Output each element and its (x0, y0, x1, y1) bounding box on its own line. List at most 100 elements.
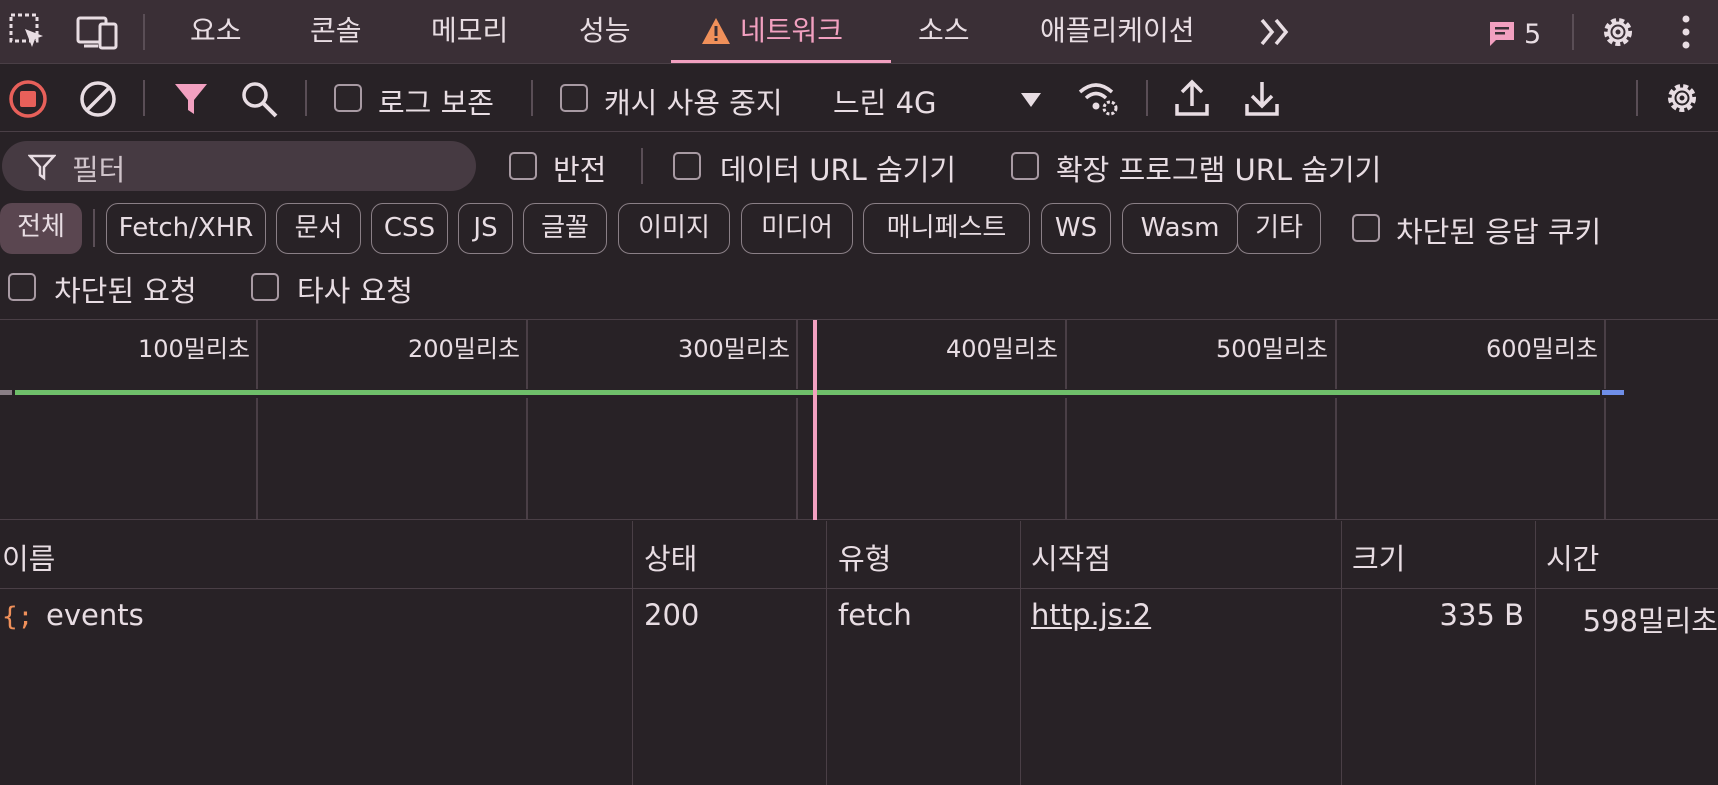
divider (641, 148, 643, 184)
chevron-down-icon[interactable] (1020, 92, 1042, 108)
waterfall-download-bar (1602, 390, 1624, 395)
tick-label: 400밀리초 (945, 335, 1058, 363)
chip-document[interactable]: 문서 (276, 203, 361, 254)
grid-line (1604, 320, 1606, 520)
chip-font[interactable]: 글꼴 (523, 203, 607, 254)
network-settings-gear-icon[interactable] (1662, 78, 1702, 118)
tab-performance[interactable]: 성능 (579, 0, 631, 64)
divider (1146, 80, 1148, 116)
chip-media[interactable]: 미디어 (741, 203, 853, 254)
header-divider (0, 588, 1718, 589)
divider (143, 14, 145, 50)
column-divider (1535, 521, 1536, 785)
invert-checkbox[interactable] (509, 152, 537, 180)
device-toolbar-icon[interactable] (76, 12, 120, 52)
divider (143, 80, 145, 116)
chip-js[interactable]: JS (458, 203, 513, 254)
column-header-name[interactable]: 이름 (2, 536, 55, 578)
blocked-response-cookies-label: 차단된 응답 쿠키 (1396, 215, 1602, 249)
disable-cache-label: 캐시 사용 중지 (604, 86, 783, 120)
request-initiator-link[interactable]: http.js:2 (1031, 598, 1151, 632)
network-conditions-icon[interactable] (1076, 78, 1120, 118)
column-header-status[interactable]: 상태 (644, 536, 697, 578)
third-party-requests-label: 타사 요청 (297, 274, 413, 308)
column-header-time[interactable]: 시간 (1546, 536, 1599, 578)
divider (305, 80, 307, 116)
column-divider (1020, 521, 1021, 785)
more-tabs-icon[interactable] (1258, 16, 1292, 48)
chip-manifest[interactable]: 매니페스트 (863, 203, 1030, 254)
chip-wasm[interactable]: Wasm (1122, 203, 1238, 254)
column-header-initiator[interactable]: 시작점 (1031, 536, 1111, 578)
tick-label: 600밀리초 (1485, 335, 1598, 363)
messages-count[interactable]: 5 (1524, 4, 1541, 68)
tab-console[interactable]: 콘솔 (310, 0, 362, 64)
inspect-element-icon[interactable] (8, 12, 48, 52)
tab-memory[interactable]: 메모리 (431, 0, 508, 64)
messages-icon[interactable] (1488, 20, 1516, 48)
tab-network[interactable]: 네트워크 (740, 0, 843, 64)
chip-other[interactable]: 기타 (1237, 203, 1321, 254)
filter-funnel-icon[interactable] (173, 81, 209, 117)
request-size: 335 B (1439, 598, 1524, 632)
active-tab-indicator (671, 60, 891, 63)
chip-ws[interactable]: WS (1041, 203, 1111, 254)
clear-icon[interactable] (78, 79, 118, 119)
tick-label: 200밀리초 (407, 335, 520, 363)
chip-all[interactable]: 전체 (0, 203, 82, 254)
column-header-size[interactable]: 크기 (1352, 536, 1405, 578)
export-har-download-icon[interactable] (1244, 78, 1280, 118)
more-options-icon[interactable] (1680, 14, 1692, 50)
disable-cache-checkbox[interactable] (560, 84, 588, 112)
preserve-log-checkbox[interactable] (334, 84, 362, 112)
devtools-tab-bar: 요소 콘솔 메모리 성능 네트워크 소스 애플리케이션 5 (0, 0, 1718, 64)
grid-line (526, 320, 528, 520)
blocked-requests-label: 차단된 요청 (54, 274, 197, 308)
chip-fetch-xhr[interactable]: Fetch/XHR (106, 203, 266, 254)
hide-data-urls-checkbox[interactable] (673, 152, 701, 180)
waterfall-waiting-bar (15, 390, 1600, 395)
chip-image[interactable]: 이미지 (618, 203, 730, 254)
invert-label: 반전 (553, 153, 607, 187)
warning-icon (700, 16, 732, 46)
grid-line (1065, 320, 1067, 520)
search-icon[interactable] (240, 80, 280, 120)
tab-elements[interactable]: 요소 (190, 0, 242, 64)
divider (1572, 14, 1574, 50)
tick-label: 100밀리초 (137, 335, 250, 363)
request-status: 200 (644, 598, 700, 632)
divider (531, 80, 533, 116)
grid-line (1335, 320, 1337, 520)
tick-label: 300밀리초 (677, 335, 790, 363)
divider (1636, 80, 1638, 116)
hide-data-urls-label: 데이터 URL 숨기기 (720, 153, 957, 187)
filter-icon (28, 153, 56, 181)
grid-line (796, 320, 798, 520)
import-har-upload-icon[interactable] (1174, 78, 1210, 118)
waterfall-queued-bar (0, 390, 12, 395)
stop-recording-icon[interactable] (8, 79, 48, 119)
blocked-requests-checkbox[interactable] (8, 273, 36, 301)
fetch-json-icon: {;} (2, 602, 36, 630)
hide-extension-urls-checkbox[interactable] (1011, 152, 1039, 180)
request-name[interactable]: events (46, 598, 144, 632)
grid-line (256, 320, 258, 520)
filter-placeholder: 필터 (72, 153, 126, 187)
column-divider (1341, 521, 1342, 785)
tab-sources[interactable]: 소스 (918, 0, 970, 64)
svg-text:{;}: {;} (2, 602, 36, 630)
blocked-response-cookies-checkbox[interactable] (1352, 214, 1380, 242)
column-divider (826, 521, 827, 785)
divider (93, 209, 95, 247)
request-time: 598밀리초 (1582, 604, 1718, 638)
hide-extension-urls-label: 확장 프로그램 URL 숨기기 (1056, 153, 1382, 187)
chip-css[interactable]: CSS (371, 203, 448, 254)
column-header-type[interactable]: 유형 (838, 536, 891, 578)
tab-application[interactable]: 애플리케이션 (1040, 0, 1195, 64)
throttling-select[interactable]: 느린 4G (833, 80, 937, 122)
dom-content-loaded-marker (813, 320, 817, 520)
third-party-requests-checkbox[interactable] (251, 273, 279, 301)
settings-gear-icon[interactable] (1598, 12, 1638, 52)
tick-label: 500밀리초 (1215, 335, 1328, 363)
request-type: fetch (838, 598, 912, 632)
